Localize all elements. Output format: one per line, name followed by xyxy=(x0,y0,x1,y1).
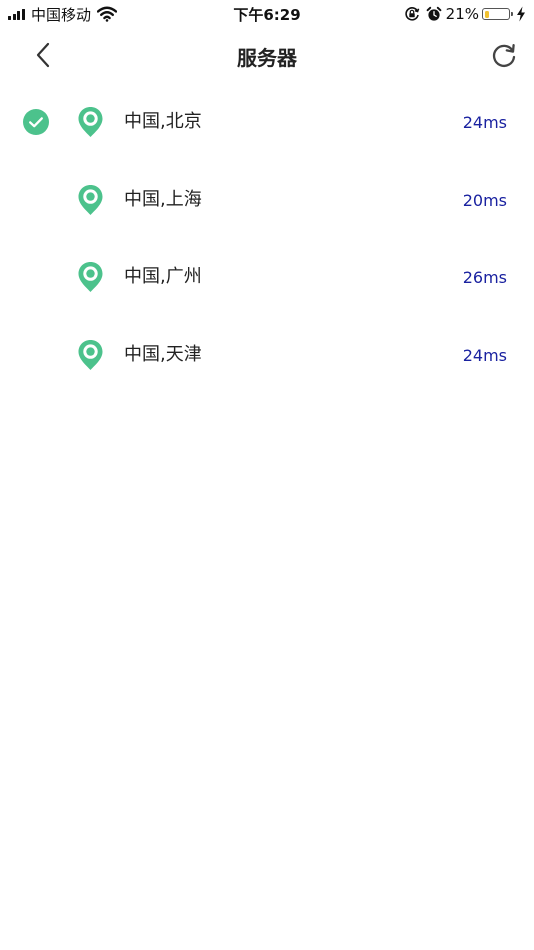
server-list: 中国,北京 24ms 中国,上海 20ms 中国,广州 26ms 中国,天津 2… xyxy=(0,84,534,394)
server-name: 中国,上海 xyxy=(124,188,202,210)
server-item-selected[interactable]: 中国,北京 24ms xyxy=(0,84,534,162)
location-pin-icon xyxy=(77,261,104,293)
orientation-lock-icon xyxy=(404,6,420,22)
server-name: 中国,天津 xyxy=(124,343,202,365)
alarm-icon xyxy=(426,6,442,22)
location-pin-icon xyxy=(77,184,104,216)
charging-icon xyxy=(516,6,526,22)
server-latency: 26ms xyxy=(462,268,507,287)
server-item[interactable]: 中国,广州 26ms xyxy=(0,239,534,317)
refresh-button[interactable] xyxy=(488,40,520,72)
status-bar: 中国移动 下午6:29 21% xyxy=(0,0,534,28)
location-pin-icon xyxy=(77,339,104,371)
server-item[interactable]: 中国,天津 24ms xyxy=(0,317,534,395)
refresh-icon xyxy=(492,44,516,67)
status-right: 21% xyxy=(404,4,526,24)
selected-check-slot xyxy=(23,264,49,290)
selected-check-slot xyxy=(23,109,49,135)
page-title: 服务器 xyxy=(237,46,297,70)
server-name: 中国,广州 xyxy=(124,266,202,287)
location-pin-icon xyxy=(77,106,104,138)
server-name: 中国,北京 xyxy=(124,111,202,132)
battery-level-fill xyxy=(484,10,490,18)
nav-bar: 服务器 xyxy=(0,28,534,82)
server-latency: 24ms xyxy=(462,345,507,365)
server-item[interactable]: 中国,上海 20ms xyxy=(0,162,534,240)
server-latency: 24ms xyxy=(462,113,507,132)
battery-percent: 21% xyxy=(445,5,479,23)
battery-icon xyxy=(482,8,513,20)
check-circle-icon xyxy=(23,109,49,135)
selected-check-slot xyxy=(23,342,49,368)
server-latency: 20ms xyxy=(462,190,507,210)
selected-check-slot xyxy=(23,187,49,213)
